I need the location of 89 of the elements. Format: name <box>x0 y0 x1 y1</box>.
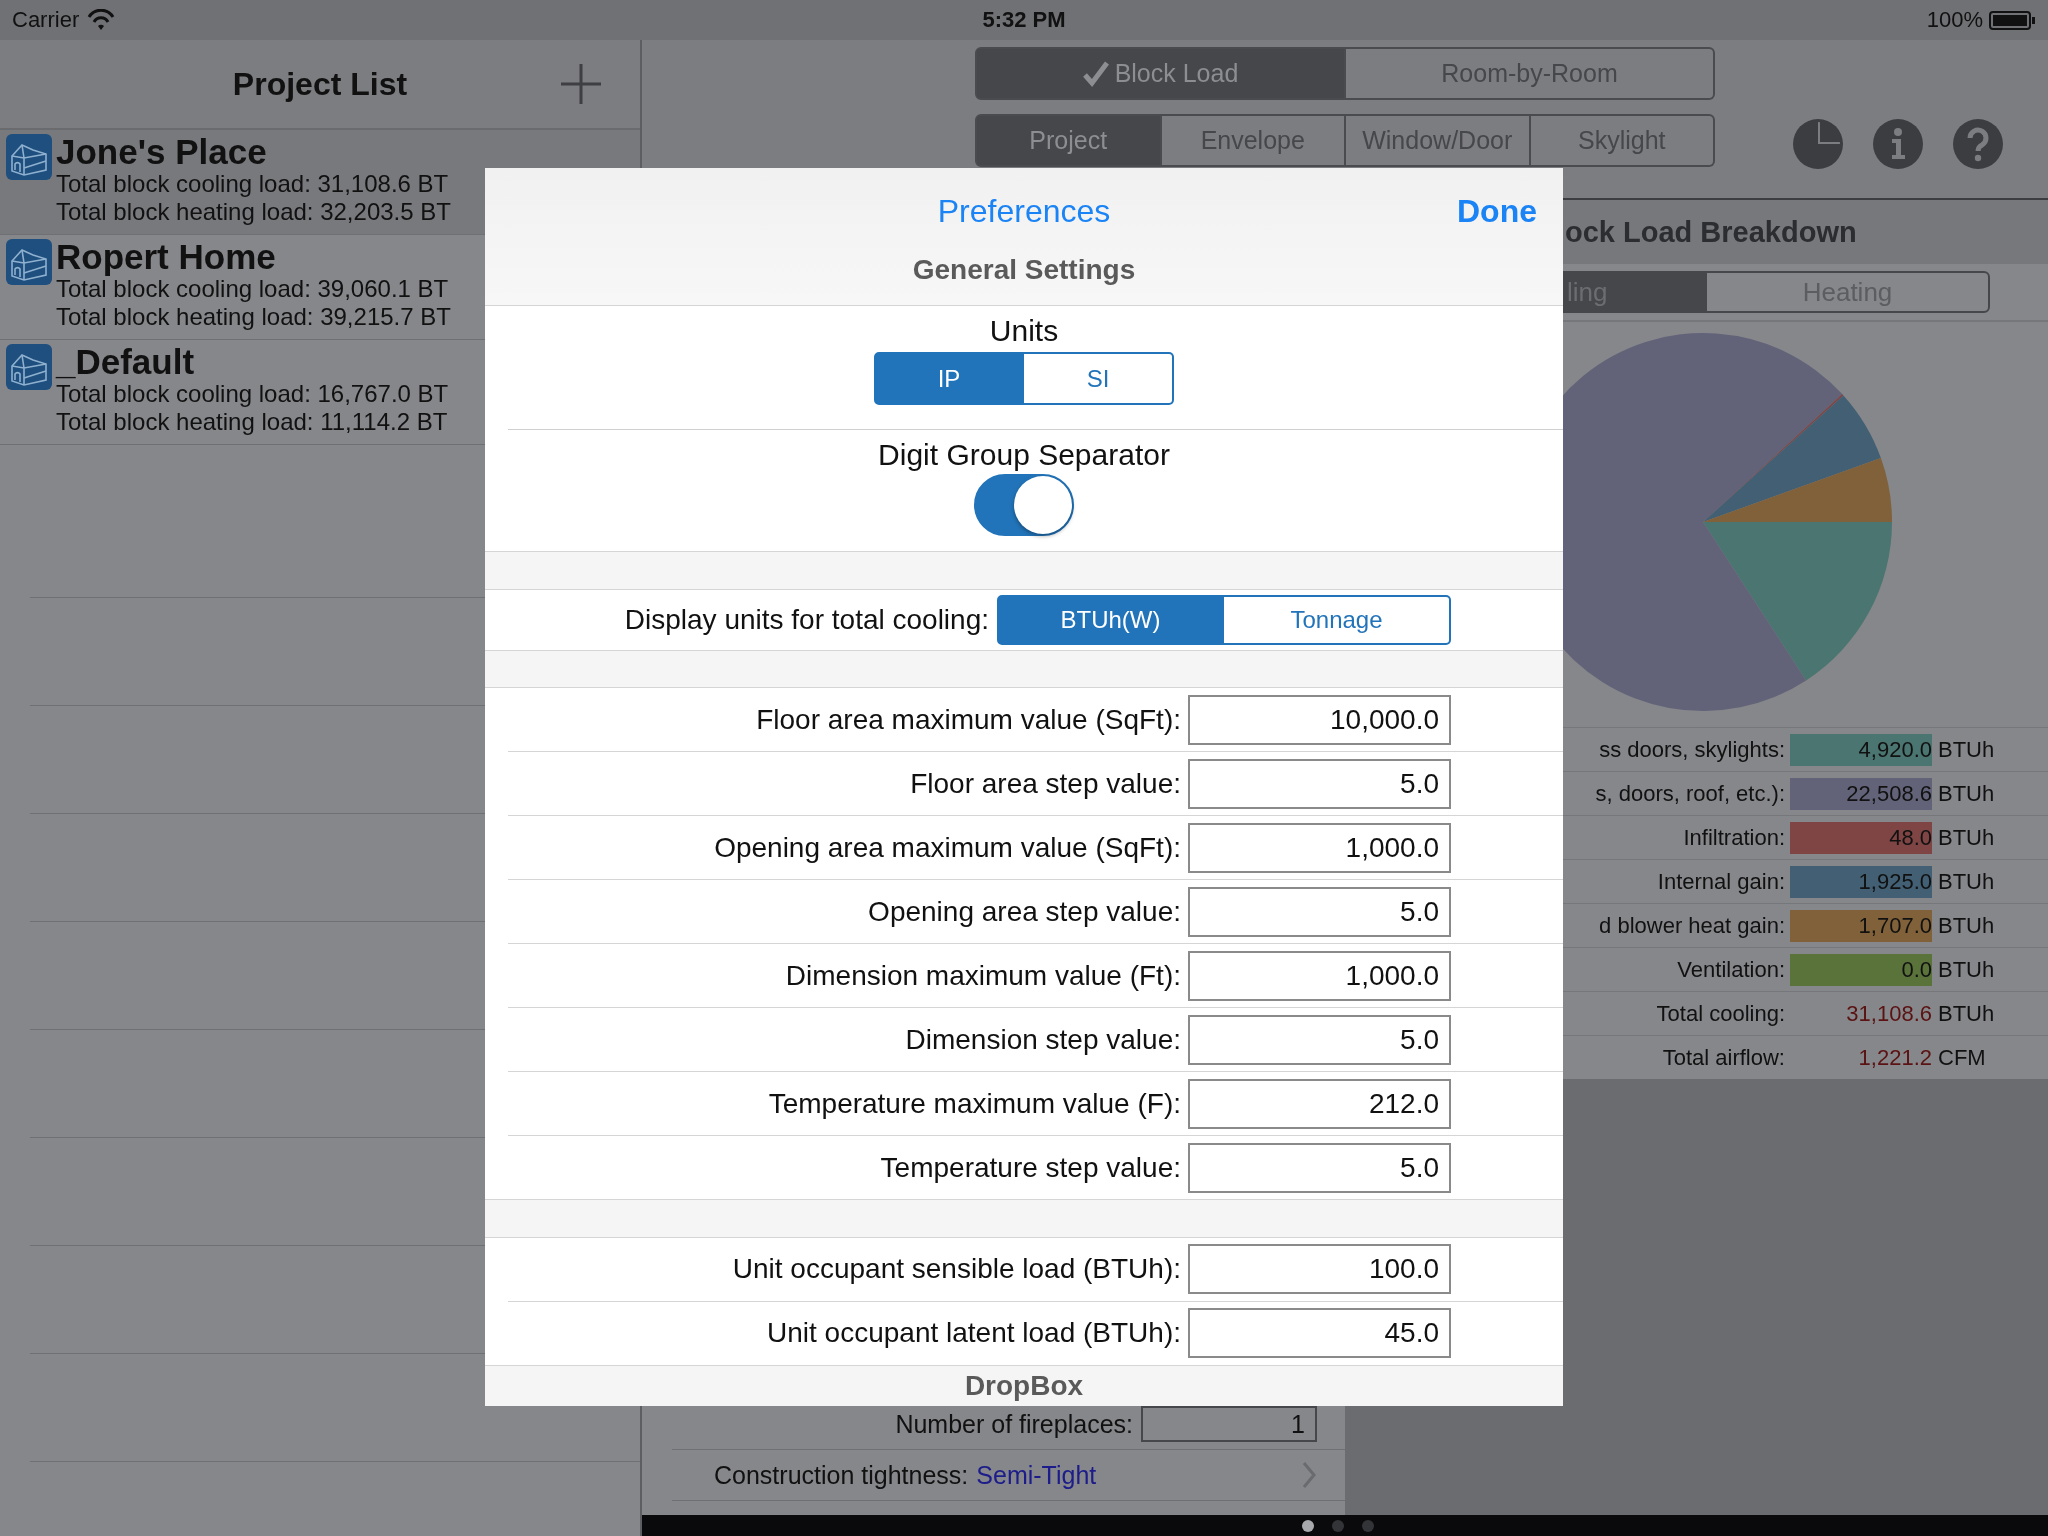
wifi-icon <box>87 9 116 31</box>
field-label: Unit occupant latent load (BTUh): <box>767 1317 1181 1350</box>
field-label: Opening area step value: <box>868 895 1181 928</box>
project-name: Jone's Place <box>56 134 268 170</box>
unit-label: BTUh <box>1938 956 1995 983</box>
status-time: 5:32 PM <box>982 7 1066 33</box>
section-header: DropBox <box>485 1365 1563 1406</box>
page-dot[interactable] <box>1362 1519 1374 1532</box>
unit-label: BTUh <box>1938 824 1995 851</box>
choice-value[interactable]: Semi-Tight <box>976 1460 1097 1490</box>
legend-label: Total airflow: <box>1661 1044 1785 1071</box>
legend-label: Infiltration: <box>1682 824 1785 851</box>
unit-label: CFM <box>1938 1044 1986 1071</box>
unit-label: BTUh <box>1938 1000 1995 1027</box>
number-field[interactable]: 1 <box>1141 1406 1317 1442</box>
field-label: Temperature maximum value (F): <box>768 1087 1181 1120</box>
field-label: Opening area maximum value (SqFt): <box>714 831 1181 864</box>
cooling-load-text: Total block cooling load: 16,767.0 BT <box>56 380 449 408</box>
field-label: Construction tightness: <box>714 1460 969 1490</box>
project-name: _Default <box>56 344 196 380</box>
sidebar-title: Project List <box>232 65 408 103</box>
number-field[interactable]: 1,000.0 <box>1188 950 1451 1001</box>
done-button[interactable]: Done <box>1457 192 1537 230</box>
legend-value: 22,508.6 <box>1790 777 1932 810</box>
number-field[interactable]: 212.0 <box>1188 1078 1451 1129</box>
cooling-load-text: Total block cooling load: 31,108.6 BT <box>56 170 450 198</box>
legend-value: 1,707.0 <box>1790 909 1932 942</box>
unit-label: BTUh <box>1938 736 1995 763</box>
unit-label: BTUh <box>1938 912 1995 939</box>
legend-label: s, doors, roof, etc.): <box>1594 780 1785 807</box>
project-name: Ropert Home <box>56 239 277 275</box>
field-label: Floor area step value: <box>910 767 1181 800</box>
page-dot[interactable] <box>1332 1519 1344 1532</box>
section-title: ock Load Breakdown <box>1565 215 1857 249</box>
number-field[interactable]: 5.0 <box>1188 1142 1451 1193</box>
legend-value: 4,920.0 <box>1790 733 1932 766</box>
segment-option[interactable]: SI <box>1024 352 1174 406</box>
toggle-switch[interactable] <box>974 473 1074 536</box>
page-dot[interactable] <box>1302 1519 1314 1532</box>
tab[interactable]: Project <box>975 114 1162 167</box>
legend-label: Internal gain: <box>1656 868 1785 895</box>
heating-load-text: Total block heating load: 11,114.2 BT <box>56 408 449 436</box>
checkmark-icon <box>1082 60 1109 87</box>
legend-label: ss doors, skylights: <box>1598 736 1785 763</box>
info-icon[interactable] <box>1872 118 1924 170</box>
house-icon <box>6 134 52 180</box>
heating-load-text: Total block heating load: 32,203.5 BT <box>56 198 451 226</box>
field-label: Floor area maximum value (SqFt): <box>756 703 1181 736</box>
segment-option[interactable]: IP <box>874 352 1024 406</box>
field-label: Dimension maximum value (Ft): <box>785 959 1181 992</box>
tab[interactable]: Block Load <box>975 47 1346 100</box>
number-field[interactable]: 5.0 <box>1188 758 1451 809</box>
legend-value: 48.0 <box>1790 821 1932 854</box>
number-field[interactable]: 1,000.0 <box>1188 822 1451 873</box>
setting-label: Display units for total cooling: <box>624 603 989 636</box>
field-label: Number of fireplaces: <box>895 1409 1133 1439</box>
legend-label: d blower heat gain: <box>1598 912 1785 939</box>
number-field[interactable]: 45.0 <box>1188 1308 1451 1359</box>
number-field[interactable]: 5.0 <box>1188 886 1451 937</box>
battery-level: 100% <box>1926 7 1983 33</box>
unit-label: BTUh <box>1938 780 1995 807</box>
legend-value: 0.0 <box>1790 953 1932 986</box>
help-icon[interactable] <box>1952 118 2004 170</box>
cooling-load-text: Total block cooling load: 39,060.1 BT <box>56 275 450 303</box>
total-value: 1,221.2 <box>1857 1043 1932 1072</box>
legend-label: Ventilation: <box>1676 956 1785 983</box>
number-field[interactable]: 10,000.0 <box>1188 694 1451 745</box>
legend-label: Total cooling: <box>1655 1000 1785 1027</box>
field-label: Temperature step value: <box>880 1151 1181 1184</box>
section-header: General Settings <box>911 254 1137 286</box>
number-field[interactable]: 5.0 <box>1188 1014 1451 1065</box>
setting-label: Units <box>989 314 1059 349</box>
heating-load-text: Total block heating load: 39,215.7 BT <box>56 303 451 331</box>
house-icon <box>6 344 52 390</box>
chevron-icon <box>1302 1461 1317 1489</box>
dialog-title: Preferences <box>937 192 1111 230</box>
unit-label: BTUh <box>1938 868 1995 895</box>
setting-label: Digit Group Separator <box>878 437 1170 472</box>
segment-option[interactable]: Tonnage <box>1224 594 1451 645</box>
legend-value: 1,925.0 <box>1790 865 1932 898</box>
plus-icon[interactable] <box>560 63 602 105</box>
total-value: 31,108.6 <box>1845 999 1932 1028</box>
battery-icon <box>1989 10 2036 30</box>
field-label: Unit occupant sensible load (BTUh): <box>732 1253 1181 1286</box>
field-label: Dimension step value: <box>905 1023 1181 1056</box>
segment-option[interactable]: BTUh(W) <box>997 594 1224 645</box>
house-icon <box>6 239 52 285</box>
carrier-name: Carrier <box>12 7 80 33</box>
number-field[interactable]: 100.0 <box>1188 1244 1451 1295</box>
